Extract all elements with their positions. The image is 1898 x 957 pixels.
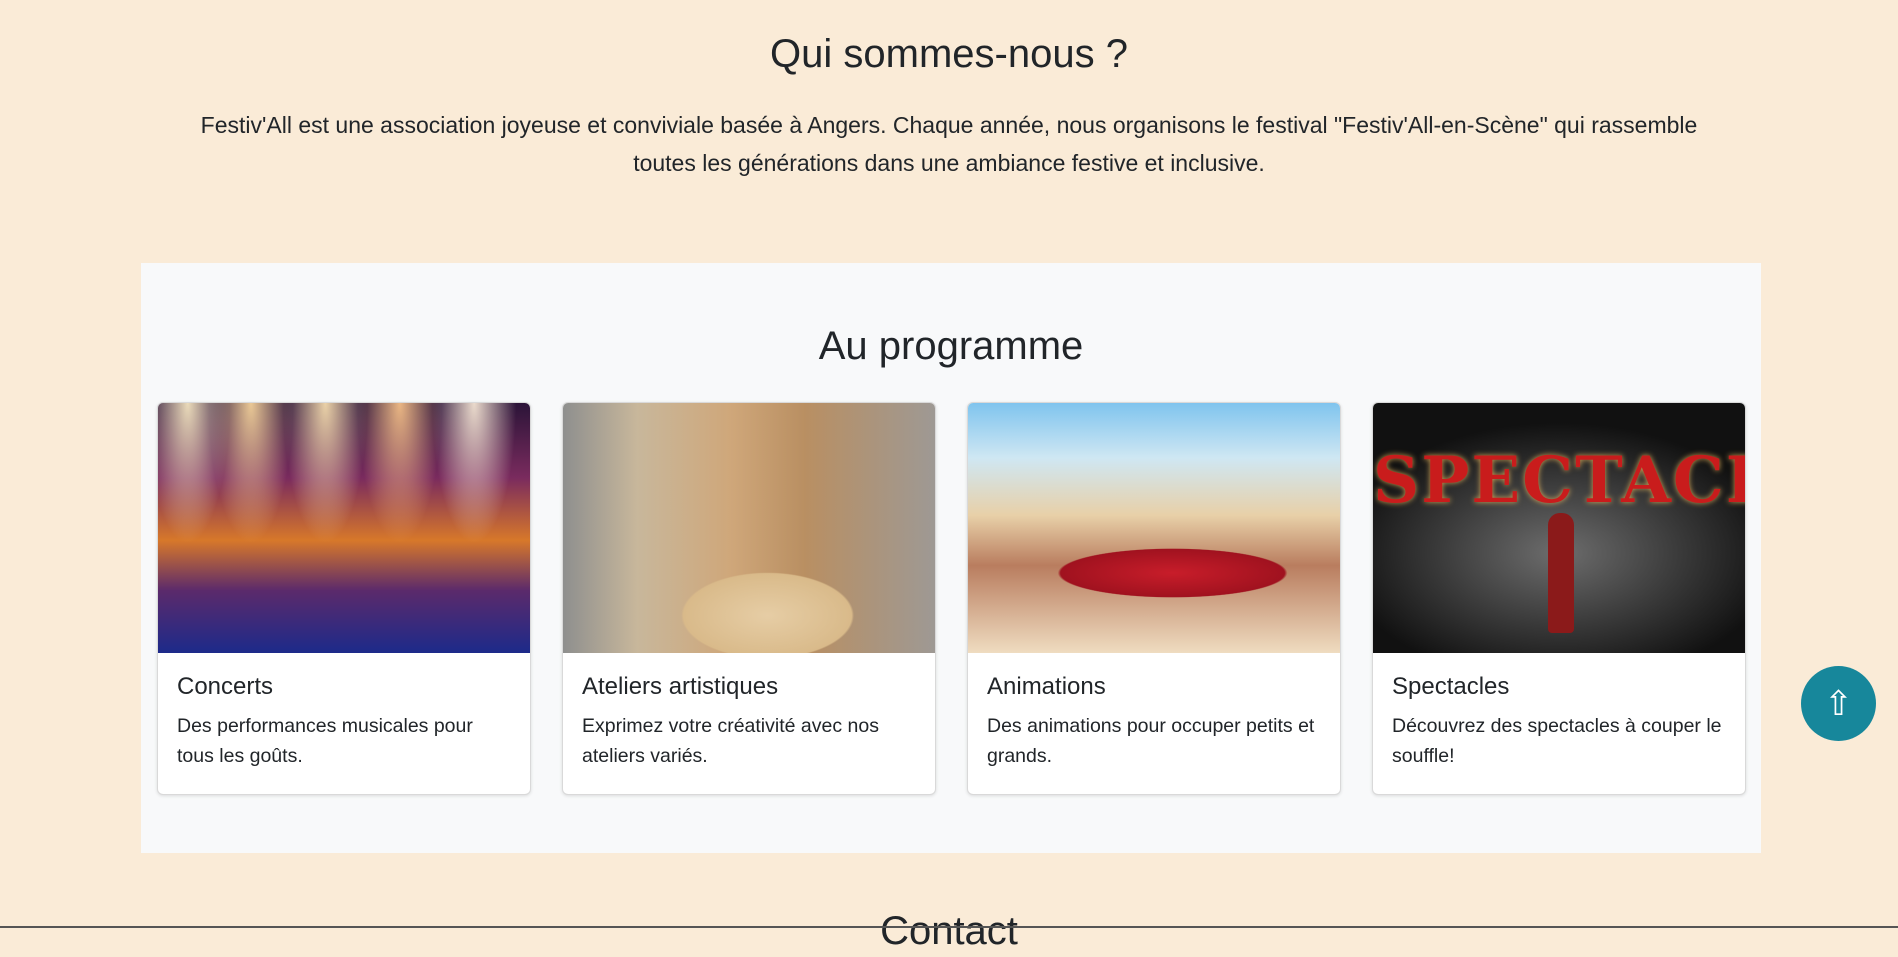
card-ateliers: Ateliers artistiques Exprimez votre créa… xyxy=(562,402,936,795)
programme-section: Au programme Concerts Des performances m… xyxy=(141,263,1761,853)
card-concerts: Concerts Des performances musicales pour… xyxy=(157,402,531,795)
card-title: Animations xyxy=(987,673,1106,700)
programme-cards: Concerts Des performances musicales pour… xyxy=(157,402,1747,795)
card-title: Concerts xyxy=(177,673,274,700)
card-title: Ateliers artistiques xyxy=(582,673,779,700)
concert-image xyxy=(158,403,530,653)
card-text: Des animations pour occuper petits et gr… xyxy=(987,715,1315,767)
card-spectacles: SPECTACLE! Spectacles Découvrez des spec… xyxy=(1372,402,1746,795)
contact-section-title: Contact xyxy=(880,909,1018,953)
spectacle-sign: SPECTACLE! xyxy=(1373,443,1745,518)
about-title: Qui sommes-nous ? xyxy=(770,32,1128,76)
card-text: Des performances musicales pour tous les… xyxy=(177,715,473,767)
workshop-image xyxy=(563,403,935,653)
about-section: Qui sommes-nous ? Festiv'All est une ass… xyxy=(0,0,1898,182)
performer-figure xyxy=(1548,513,1574,633)
programme-title: Au programme xyxy=(818,324,1084,368)
about-text: Festiv'All est une association joyeuse e… xyxy=(200,112,1698,176)
card-text: Découvrez des spectacles à couper le sou… xyxy=(1392,715,1722,767)
animation-image xyxy=(968,403,1340,653)
card-text: Exprimez votre créativité avec nos ateli… xyxy=(582,715,879,767)
spectacle-image: SPECTACLE! xyxy=(1373,403,1745,653)
card-title: Spectacles xyxy=(1392,673,1510,700)
scroll-to-top-button[interactable]: ⇧ xyxy=(1801,666,1876,741)
card-animations: Animations Des animations pour occuper p… xyxy=(967,402,1341,795)
